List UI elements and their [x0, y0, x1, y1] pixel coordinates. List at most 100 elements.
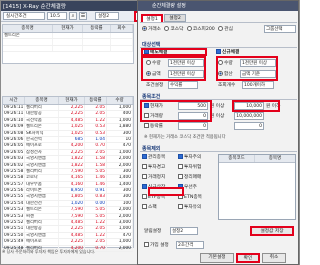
trade-cell-price: 4,485	[59, 232, 85, 239]
trade-cell-qty: 1,000	[107, 105, 133, 111]
highlight-price-to	[232, 100, 280, 112]
condition-select[interactable]: 수익률	[168, 81, 198, 89]
trade-cell-name: 국영지앤엠	[25, 194, 59, 200]
trade-cell-price: 2,225	[59, 239, 85, 245]
sound-select[interactable]: 설정2	[170, 227, 198, 235]
col-time: 시간	[3, 97, 25, 104]
col-rate: 등락률	[83, 25, 111, 32]
trade-cell-price: 2,225	[59, 226, 85, 232]
top-cell-price	[53, 33, 83, 39]
trade-cell-qty: 2,000	[107, 156, 133, 162]
highlight-price	[140, 100, 212, 122]
stock-select[interactable]: 실시간조건	[3, 12, 45, 20]
exclude-check-3[interactable]: 투자위험	[178, 164, 201, 170]
trade-cell-time: 09:25:49	[4, 239, 25, 245]
save-settings-button[interactable]: 설정값 저장	[250, 226, 294, 236]
price-mid-label: 원 이상	[210, 104, 225, 109]
trade-cell-price: 1,822	[59, 156, 85, 162]
market-radio-1[interactable]: 코스닥	[164, 26, 183, 32]
trade-cell-rate: 0.83	[85, 194, 107, 200]
volume-to-input[interactable]: 10,000,000	[234, 112, 264, 120]
exclude-check-10[interactable]: 스팩	[142, 204, 157, 210]
col-qty: 수량	[107, 97, 133, 104]
top-cell-price	[53, 39, 83, 45]
default-button[interactable]: 기본설정	[200, 253, 234, 263]
trade-cell-qty: 400	[107, 111, 133, 117]
load-select[interactable]: 2초간격	[176, 241, 204, 249]
trade-cell-price: 4,200	[59, 143, 85, 149]
trade-cell-name: 대한항공	[25, 226, 59, 232]
trade-cell-rate: 1.58	[85, 156, 107, 162]
ok-button[interactable]: 확인	[236, 253, 260, 263]
trade-cell-price: 8,950	[59, 188, 85, 194]
preset-select[interactable]: 설정2	[95, 12, 119, 20]
top-cell-count	[111, 45, 133, 52]
exclude-check-1[interactable]: 투자주의	[178, 154, 201, 160]
unit-select[interactable]: 100개이하	[242, 81, 274, 89]
volume-mid-label: 원 이상	[210, 114, 225, 119]
rate-check[interactable]: 등락률	[144, 123, 163, 129]
trade-cell-name: 셀리버리	[25, 168, 59, 175]
cancel-button[interactable]: 취소	[262, 253, 286, 263]
exclude-check-11[interactable]: 투자유의	[178, 204, 201, 210]
load-check[interactable]: 가입 설정	[144, 242, 169, 248]
trade-cell-price: 4,485	[59, 117, 85, 124]
trade-cell-time: 09:26:09	[4, 124, 25, 130]
trade-cell-price: 7,590	[59, 213, 85, 220]
trade-cell-qty: 1,000	[107, 226, 133, 232]
rate-from-input[interactable]: 0	[178, 122, 208, 130]
trade-cell-time: 09:25:55	[4, 194, 25, 200]
trade-cell-rate: 1.46	[85, 181, 107, 188]
trade-cell-price: 1,020	[59, 200, 85, 207]
trade-cell-name: 셀리버리	[25, 220, 59, 226]
unit-label: 조회개수	[218, 83, 236, 88]
trade-cell-qty: 1,000	[107, 117, 133, 124]
trade-cell-rate: 0.91	[85, 188, 107, 194]
trade-cell-qty: 470	[107, 143, 133, 149]
exclude-check-2[interactable]: 투자경고	[142, 164, 165, 170]
trade-cell-qty: 2,000	[107, 213, 133, 220]
trade-cell-name: 라이트론	[25, 188, 59, 194]
trade-cell-name: 한국전력	[25, 136, 59, 143]
exclude-check-5[interactable]: 정리매매	[178, 174, 201, 180]
top-grid-row[interactable]	[3, 45, 133, 53]
market-radio-3[interactable]: 관심	[218, 26, 233, 32]
list-icon[interactable]: ☰	[79, 12, 87, 20]
top-cell-name: 셀트리온	[3, 33, 53, 39]
trade-cell-price: 4,160	[59, 181, 85, 188]
code-select[interactable]: 10.5	[47, 12, 67, 20]
trade-cell-time: 09:26:11	[4, 111, 25, 117]
exclude-check-4[interactable]: 거래정지	[142, 174, 165, 180]
trade-cell-qty: 300	[107, 130, 133, 136]
trade-cell-name: 국영지앤엠	[25, 162, 59, 168]
buy-check[interactable]: 신규체결	[216, 49, 239, 55]
trade-cell-time: 09:25:53	[4, 207, 25, 213]
highlight-sell	[141, 48, 207, 56]
trade-cell-time: 09:26:08	[4, 130, 25, 136]
trade-cell-time: 09:25:50	[4, 232, 25, 239]
trade-cell-rate: 2.05	[85, 149, 107, 156]
exclude-stock-list[interactable]: 종목코드 종목명	[218, 154, 296, 220]
trade-cell-name: 셀리버리	[25, 105, 59, 111]
market-radio-0[interactable]: 거래소	[142, 26, 161, 32]
top-grid-header: 종목명 현재가 등락률 회수	[3, 25, 133, 33]
top-cell-name	[3, 45, 53, 52]
trade-cell-price: 1,822	[59, 162, 85, 168]
trade-cell-price: 4,485	[59, 220, 85, 226]
trade-cell-name: 에이프로	[25, 143, 59, 149]
col-stock: 종목명	[25, 97, 59, 104]
market-radio-2[interactable]: 코스피200	[186, 26, 215, 32]
market-radio-group: 거래소 코스닥 코스피200 관심	[142, 26, 233, 32]
disclaimer-note: ※ 당사 주문처리와 투자자 책임은 투자자에게 있습니다.	[2, 249, 96, 254]
condition-label: 조건설정	[146, 83, 164, 88]
tab-setting2[interactable]: 설정2	[164, 14, 186, 22]
rate-to-input[interactable]: 0	[234, 122, 264, 130]
trade-cell-qty: 1,400	[107, 181, 133, 188]
trade-cell-price: 1,025	[59, 130, 85, 136]
tab-setting1[interactable]: 설정1	[141, 14, 163, 22]
search-icon[interactable]: ⌕	[69, 12, 77, 20]
highlight-amount	[141, 56, 206, 81]
trade-cell-time: 09:25:54	[4, 200, 25, 207]
group-select[interactable]: 그룹선택	[264, 25, 296, 33]
exclude-check-0[interactable]: 관리종목	[142, 154, 165, 160]
